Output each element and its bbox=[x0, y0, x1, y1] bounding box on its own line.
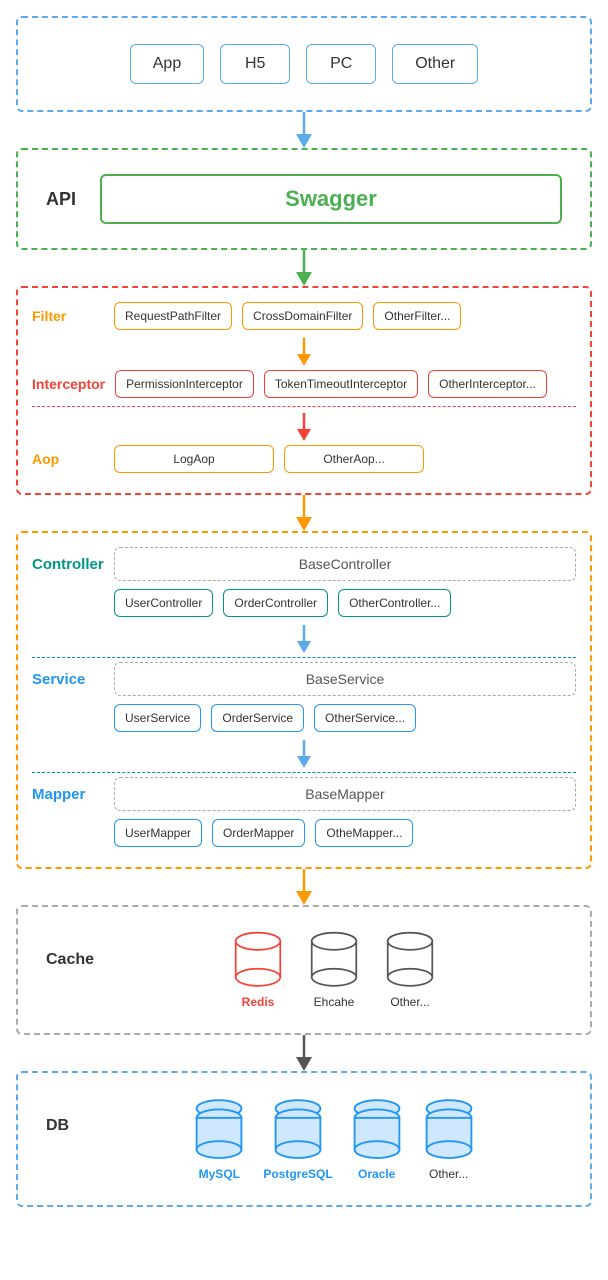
client-pc: PC bbox=[306, 44, 376, 84]
aop-row: Aop LogAop OtherAop... bbox=[32, 445, 576, 473]
service-label: Service bbox=[32, 671, 104, 688]
controller-item-0: UserController bbox=[114, 589, 213, 617]
mapper-items: UserMapper OrderMapper OtheMapper... bbox=[32, 819, 576, 847]
cache-ehcache: Ehcahe bbox=[304, 931, 364, 1009]
arrow-api-to-filter bbox=[16, 250, 592, 286]
service-item-0: UserService bbox=[114, 704, 201, 732]
arrow-mvc-to-cache bbox=[16, 869, 592, 905]
interceptor-item-0: PermissionInterceptor bbox=[115, 370, 254, 398]
api-label: API bbox=[46, 189, 86, 210]
controller-label: Controller bbox=[32, 556, 104, 573]
cache-redis-label: Redis bbox=[242, 995, 275, 1009]
db-items: MySQL PostgreSQL bbox=[106, 1097, 562, 1181]
mapper-base-row: Mapper BaseMapper bbox=[32, 777, 576, 811]
db-mysql-label: MySQL bbox=[199, 1167, 240, 1181]
mvc-layer: Controller BaseController UserController… bbox=[16, 531, 592, 869]
aop-label: Aop bbox=[32, 451, 104, 467]
cache-other-label: Other... bbox=[390, 995, 429, 1009]
db-layer: DB MySQL bbox=[16, 1071, 592, 1207]
db-label: DB bbox=[46, 1097, 96, 1135]
interceptor-item-2: OtherInterceptor... bbox=[428, 370, 547, 398]
cache-label: Cache bbox=[46, 931, 96, 969]
controller-item-2: OtherController... bbox=[338, 589, 451, 617]
aop-item-1: OtherAop... bbox=[284, 445, 424, 473]
service-divider bbox=[32, 772, 576, 773]
filter-label: Filter bbox=[32, 308, 104, 324]
db-oracle-label: Oracle bbox=[358, 1167, 395, 1181]
db-postgresql-label: PostgreSQL bbox=[263, 1167, 332, 1181]
db-section: DB MySQL bbox=[32, 1085, 576, 1193]
arrow-client-to-api bbox=[16, 112, 592, 148]
mapper-label: Mapper bbox=[32, 786, 104, 803]
aop-item-0: LogAop bbox=[114, 445, 274, 473]
client-h5: H5 bbox=[220, 44, 290, 84]
db-oracle: Oracle bbox=[349, 1097, 405, 1181]
filter-item-1: CrossDomainFilter bbox=[242, 302, 363, 330]
arrow-cache-to-db bbox=[16, 1035, 592, 1071]
controller-item-1: OrderController bbox=[223, 589, 328, 617]
swagger-box: Swagger bbox=[100, 174, 562, 224]
cache-layer: Cache Redis bbox=[16, 905, 592, 1035]
arrow-filter-to-controller bbox=[16, 495, 592, 531]
controller-base-row: Controller BaseController bbox=[32, 547, 576, 581]
cache-items: Redis Ehcahe bbox=[106, 931, 562, 1009]
cache-ehcache-label: Ehcahe bbox=[314, 995, 355, 1009]
architecture-diagram: App H5 PC Other API Swagger Filter Reque… bbox=[16, 16, 592, 1207]
mapper-item-2: OtheMapper... bbox=[315, 819, 413, 847]
cache-redis: Redis bbox=[228, 931, 288, 1009]
db-postgresql: PostgreSQL bbox=[263, 1097, 332, 1181]
client-other: Other bbox=[392, 44, 478, 84]
interceptor-row: Interceptor PermissionInterceptor TokenT… bbox=[32, 370, 576, 398]
client-row: App H5 PC Other bbox=[32, 30, 576, 98]
service-item-2: OtherService... bbox=[314, 704, 416, 732]
controller-base-box: BaseController bbox=[114, 547, 576, 581]
service-items: UserService OrderService OtherService... bbox=[32, 704, 576, 732]
service-item-1: OrderService bbox=[211, 704, 304, 732]
service-base-box: BaseService bbox=[114, 662, 576, 696]
service-base-row: Service BaseService bbox=[32, 662, 576, 696]
filter-item-2: OtherFilter... bbox=[373, 302, 461, 330]
filter-layer: Filter RequestPathFilter CrossDomainFilt… bbox=[16, 286, 592, 495]
controller-items: UserController OrderController OtherCont… bbox=[32, 589, 576, 617]
filter-item-0: RequestPathFilter bbox=[114, 302, 232, 330]
ctrl-divider bbox=[32, 657, 576, 658]
interceptor-label: Interceptor bbox=[32, 376, 105, 392]
cache-other: Other... bbox=[380, 931, 440, 1009]
interceptor-item-1: TokenTimeoutInterceptor bbox=[264, 370, 418, 398]
db-mysql: MySQL bbox=[191, 1097, 247, 1181]
client-layer: App H5 PC Other bbox=[16, 16, 592, 112]
mapper-item-1: OrderMapper bbox=[212, 819, 305, 847]
mapper-item-0: UserMapper bbox=[114, 819, 202, 847]
red-divider bbox=[32, 406, 576, 407]
mapper-base-box: BaseMapper bbox=[114, 777, 576, 811]
client-app: App bbox=[130, 44, 204, 84]
cache-section: Cache Redis bbox=[32, 919, 576, 1021]
api-layer: API Swagger bbox=[16, 148, 592, 250]
filter-row: Filter RequestPathFilter CrossDomainFilt… bbox=[32, 302, 576, 330]
db-other: Other... bbox=[421, 1097, 477, 1181]
db-other-label: Other... bbox=[429, 1167, 468, 1181]
api-row: API Swagger bbox=[32, 162, 576, 236]
